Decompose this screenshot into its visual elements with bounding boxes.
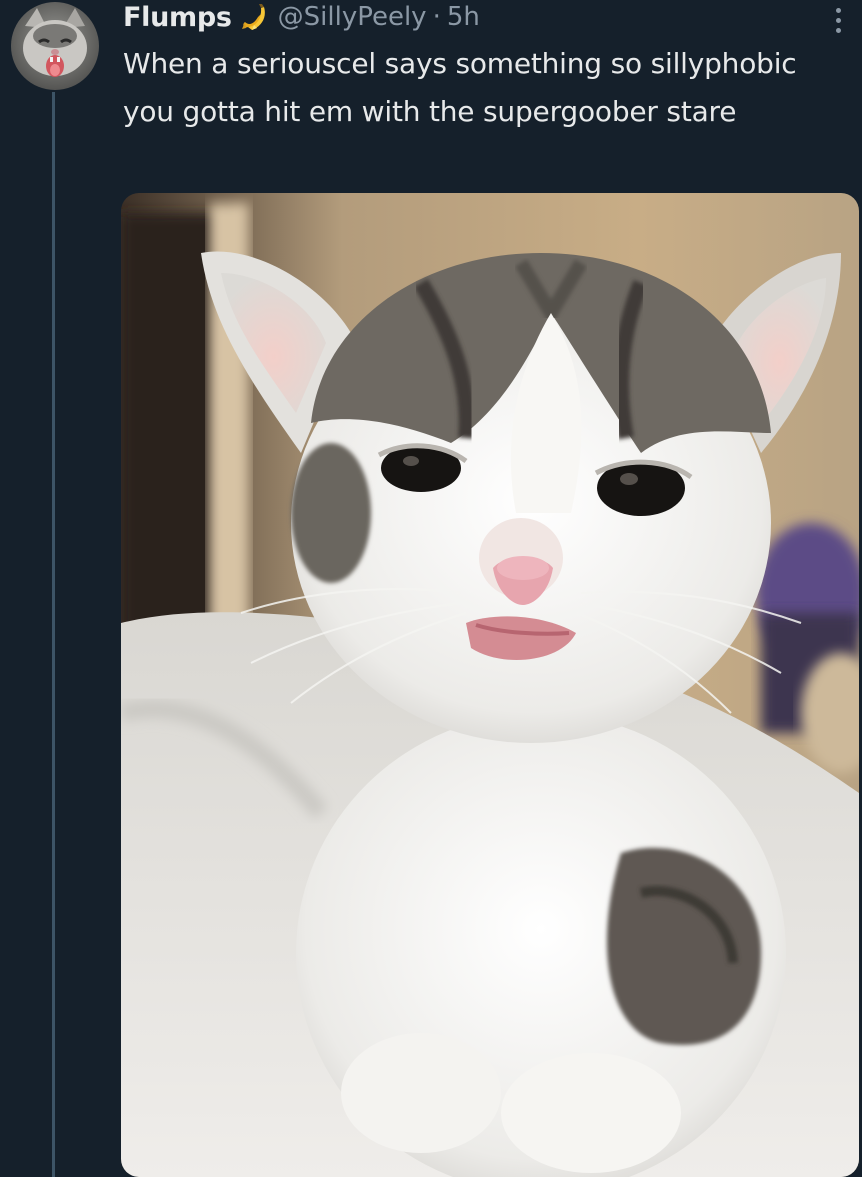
tweet-media-photo[interactable] <box>121 193 859 1177</box>
avatar[interactable] <box>11 2 99 90</box>
banana-icon <box>240 2 270 32</box>
more-options-icon <box>835 7 841 13</box>
kitten-photo <box>121 193 859 1177</box>
header-separator: · <box>432 2 441 32</box>
cat-avatar-icon <box>11 2 99 90</box>
tweet[interactable]: Flumps @SillyPeely · 5h When a seriousce… <box>0 0 862 1177</box>
thread-line <box>52 92 55 1177</box>
tweet-text: When a seriouscel says something so sill… <box>123 47 797 128</box>
tweet-header: Flumps @SillyPeely · 5h <box>123 0 480 34</box>
more-options-button[interactable] <box>824 2 852 38</box>
author-handle[interactable]: @SillyPeely <box>278 2 427 32</box>
timestamp[interactable]: 5h <box>447 2 480 32</box>
display-name[interactable]: Flumps <box>123 2 232 33</box>
